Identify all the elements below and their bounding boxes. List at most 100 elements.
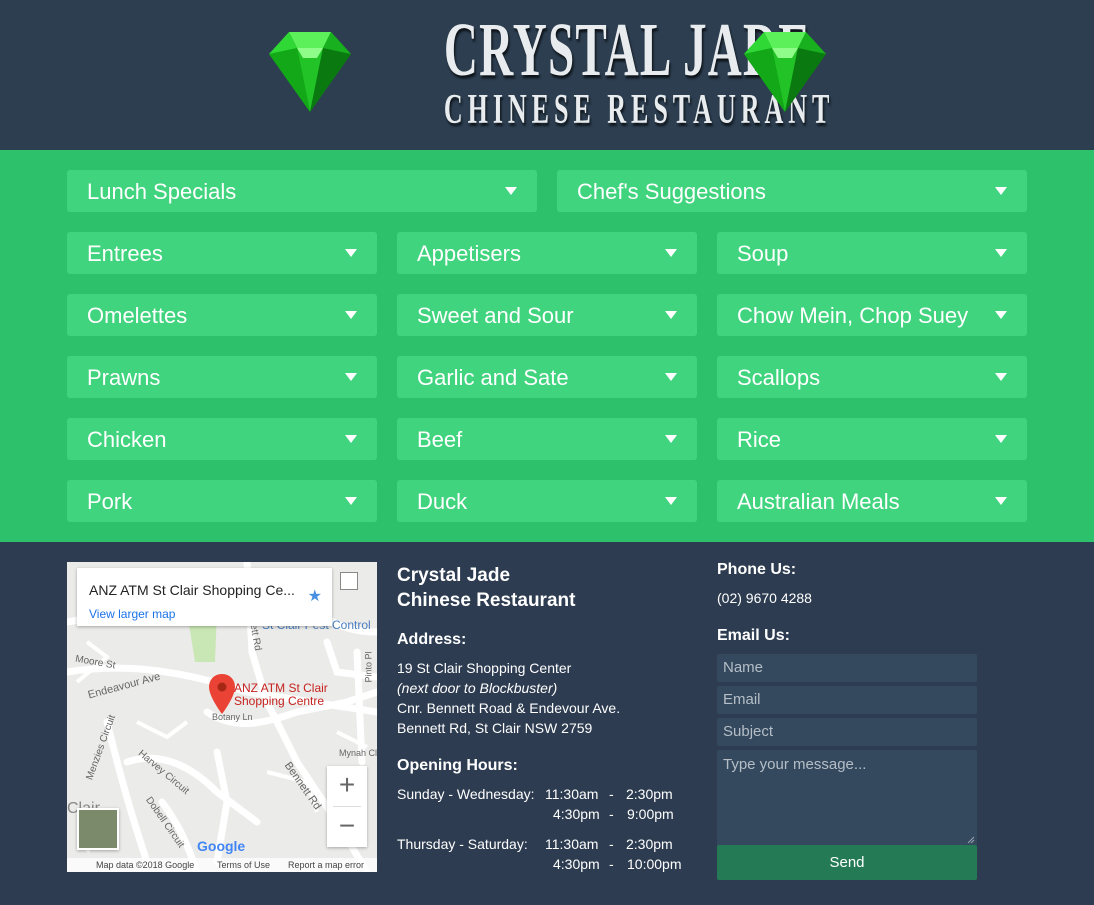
caret-down-icon: [995, 249, 1007, 257]
map-data-attribution: Map data ©2018 Google: [96, 860, 195, 870]
hours-open-time: 4:30pm: [553, 856, 600, 872]
name-input[interactable]: Name: [717, 654, 977, 682]
menu-dropdown-label: Prawns: [87, 365, 161, 390]
menu-dropdown-label: Lunch Specials: [87, 179, 237, 204]
caret-down-icon: [995, 435, 1007, 443]
hours-days: Thursday - Saturday:: [397, 836, 528, 852]
menu-dropdown-pork[interactable]: Pork: [67, 480, 377, 522]
menu-dropdown-rice[interactable]: Rice: [717, 418, 1027, 460]
emerald-gem-icon: [269, 32, 351, 112]
map-street-label: Mynah Cl: [339, 748, 377, 758]
menu-dropdown-australian-meals[interactable]: Australian Meals: [717, 480, 1027, 522]
address-line: 19 St Clair Shopping Center: [397, 660, 572, 676]
menu-dropdown-chicken[interactable]: Chicken: [67, 418, 377, 460]
email-heading: Email Us:: [717, 627, 790, 644]
hours-days: Sunday - Wednesday:: [397, 786, 535, 802]
menu-dropdown-label: Entrees: [87, 241, 163, 266]
hours-close-time: 2:30pm: [626, 836, 673, 852]
map-zoom-controls: + −: [327, 766, 367, 847]
hours-open-time: 4:30pm: [553, 806, 600, 822]
google-map-embed[interactable]: St Clair Pest Control Moore St Endeavour…: [67, 562, 377, 872]
menu-dropdown-appetisers[interactable]: Appetisers: [397, 232, 697, 274]
menu-dropdown-garlic-and-sate[interactable]: Garlic and Sate: [397, 356, 697, 398]
address-heading: Address:: [397, 631, 467, 648]
menu-dropdown-entrees[interactable]: Entrees: [67, 232, 377, 274]
menu-dropdown-label: Pork: [87, 489, 133, 514]
menu-dropdown-duck[interactable]: Duck: [397, 480, 697, 522]
menu-categories: Lunch Specials Chef's Suggestions Entree…: [0, 150, 1094, 542]
menu-dropdown-label: Sweet and Sour: [417, 303, 574, 328]
hours-dash: -: [609, 786, 614, 802]
caret-down-icon: [665, 373, 677, 381]
caret-down-icon: [995, 311, 1007, 319]
menu-dropdown-label: Soup: [737, 241, 789, 266]
email-input[interactable]: Email: [717, 686, 977, 714]
name-placeholder: Name: [723, 659, 764, 676]
caret-down-icon: [995, 373, 1007, 381]
menu-dropdown-chefs-suggestions[interactable]: Chef's Suggestions: [557, 170, 1027, 212]
email-placeholder: Email: [723, 691, 761, 708]
restaurant-logo[interactable]: CRYSTAL JADE CHINESE RESTAURANT: [380, 8, 835, 133]
opening-hours-heading: Opening Hours:: [397, 757, 518, 774]
send-button[interactable]: Send: [717, 845, 977, 880]
logo-line-1: CRYSTAL JADE: [443, 8, 811, 92]
menu-dropdown-prawns[interactable]: Prawns: [67, 356, 377, 398]
menu-dropdown-sweet-and-sour[interactable]: Sweet and Sour: [397, 294, 697, 336]
menu-dropdown-label: Chow Mein, Chop Suey: [737, 303, 969, 328]
menu-dropdown-label: Omelettes: [87, 303, 188, 328]
star-icon[interactable]: ★: [308, 586, 322, 606]
caret-down-icon: [995, 187, 1007, 195]
terms-of-use-link[interactable]: Terms of Use: [217, 860, 270, 870]
caret-down-icon: [345, 249, 357, 257]
menu-dropdown-label: Chicken: [87, 427, 167, 452]
caret-down-icon: [345, 373, 357, 381]
address-line: Cnr. Bennett Road & Endevour Ave.: [397, 700, 621, 716]
message-textarea[interactable]: Type your message...: [717, 750, 977, 846]
caret-down-icon: [345, 435, 357, 443]
hours-open-time: 11:30am: [545, 836, 599, 852]
map-pin-icon[interactable]: [209, 674, 235, 714]
subject-input[interactable]: Subject: [717, 718, 977, 746]
phone-heading: Phone Us:: [717, 561, 797, 578]
restaurant-name-line2: Chinese Restaurant: [397, 590, 576, 611]
subject-placeholder: Subject: [723, 723, 774, 740]
restaurant-name: Crystal Jade Chinese Restaurant: [397, 563, 575, 613]
caret-down-icon: [345, 497, 357, 505]
zoom-in-button[interactable]: +: [327, 766, 367, 806]
restaurant-name-line1: Crystal Jade: [397, 565, 511, 586]
report-map-error-link[interactable]: Report a map error: [288, 860, 364, 870]
zoom-out-button[interactable]: −: [327, 807, 367, 847]
menu-dropdown-scallops[interactable]: Scallops: [717, 356, 1027, 398]
caret-down-icon: [995, 497, 1007, 505]
menu-dropdown-label: Duck: [417, 489, 468, 514]
caret-down-icon: [665, 497, 677, 505]
hours-dash: -: [609, 856, 614, 872]
fullscreen-toggle[interactable]: [340, 572, 358, 590]
resize-handle-icon[interactable]: [967, 836, 975, 844]
map-attribution-bar: Map data ©2018 Google Terms of Use Repor…: [67, 858, 377, 872]
phone-number[interactable]: (02) 9670 4288: [717, 588, 812, 608]
address-line: (next door to Blockbuster): [397, 680, 558, 696]
map-pin-label-line2: Shopping Centre: [234, 694, 325, 708]
menu-dropdown-chow-mein-chop-suey[interactable]: Chow Mein, Chop Suey: [717, 294, 1027, 336]
site-header: CRYSTAL JADE CHINESE RESTAURANT: [0, 0, 1094, 150]
menu-dropdown-omelettes[interactable]: Omelettes: [67, 294, 377, 336]
message-placeholder: Type your message...: [723, 756, 867, 773]
hours-open-time: 11:30am: [545, 786, 599, 802]
google-logo: Google: [197, 838, 246, 854]
caret-down-icon: [665, 311, 677, 319]
menu-dropdown-soup[interactable]: Soup: [717, 232, 1027, 274]
menu-dropdown-label: Rice: [737, 427, 782, 452]
satellite-view-toggle[interactable]: [77, 808, 119, 850]
map-place-name: ANZ ATM St Clair Shopping Ce...: [89, 582, 295, 598]
hours-dash: -: [609, 806, 614, 822]
logo-line-2: CHINESE RESTAURANT: [443, 87, 835, 133]
menu-dropdown-label: Chef's Suggestions: [577, 179, 766, 204]
menu-dropdown-lunch-specials[interactable]: Lunch Specials: [67, 170, 537, 212]
menu-dropdown-label: Scallops: [737, 365, 821, 390]
hours-dash: -: [609, 836, 614, 852]
hours-close-time: 10:00pm: [627, 856, 682, 872]
view-larger-map-link[interactable]: View larger map: [89, 607, 175, 621]
menu-dropdown-beef[interactable]: Beef: [397, 418, 697, 460]
caret-down-icon: [505, 187, 517, 195]
